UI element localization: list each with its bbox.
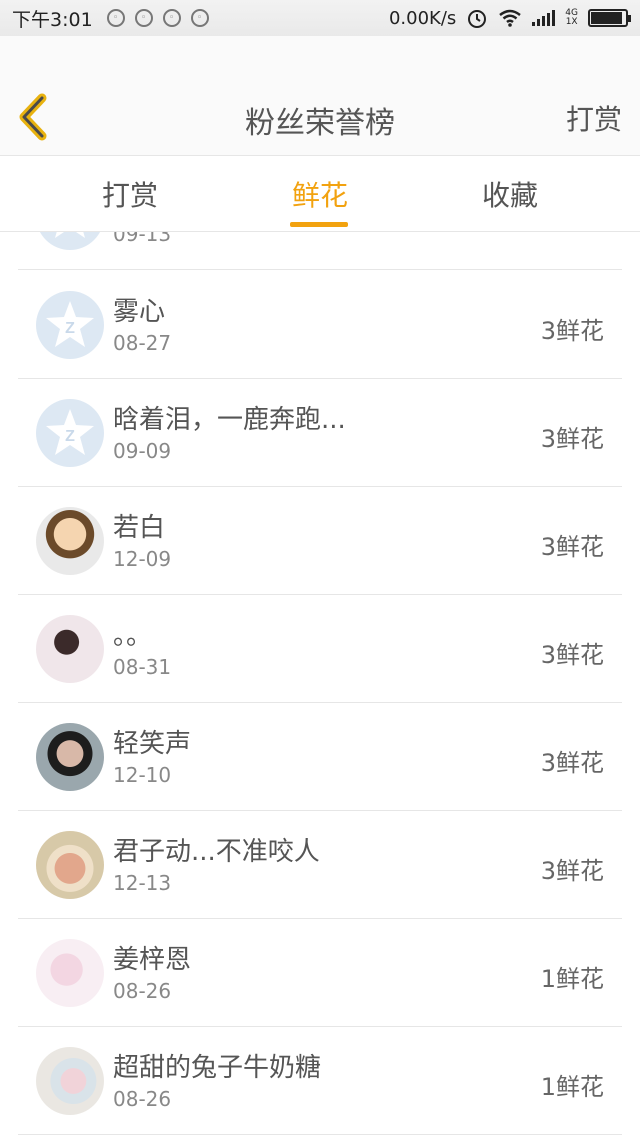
row-name: 超甜的兔子牛奶糖	[113, 1053, 322, 1083]
notification-icon: ◦	[134, 9, 153, 27]
network-speed: 0.00K/s	[388, 7, 457, 29]
row-name: 君子动...不准咬人	[113, 837, 320, 867]
row-amount: 1鲜花	[540, 965, 604, 993]
list-item[interactable]: 09-13	[18, 232, 622, 270]
network-tag-bottom: 1X	[565, 17, 578, 27]
row-amount: 3鲜花	[540, 857, 604, 885]
battery-icon	[588, 9, 631, 27]
row-amount: 3鲜花	[540, 425, 604, 453]
row-name: 。。	[113, 621, 153, 651]
photo-avatar	[36, 1047, 104, 1115]
notification-icon: ◦	[190, 9, 209, 27]
status-time: 下午3:01	[12, 8, 93, 31]
list-item[interactable]: 超甜的兔子牛奶糖 08-26 1鲜花	[18, 1027, 622, 1135]
row-date: 08-31	[113, 655, 172, 679]
row-date: 12-09	[113, 547, 172, 571]
row-name: 雾心	[113, 297, 166, 327]
row-date: 09-09	[113, 439, 172, 463]
row-amount: 3鲜花	[540, 533, 604, 561]
row-name: 晗着泪，一鹿奔跑...	[113, 405, 346, 435]
list-item[interactable]: 姜梓恩 08-26 1鲜花	[18, 919, 622, 1027]
row-amount: 1鲜花	[540, 1073, 604, 1101]
default-avatar-icon: Z	[36, 399, 104, 467]
svg-text:Z: Z	[65, 428, 75, 445]
list-item[interactable]: Z 雾心 08-27 3鲜花	[18, 271, 622, 379]
row-date: 09-13	[113, 232, 172, 246]
row-date: 08-27	[113, 331, 172, 355]
row-amount: 3鲜花	[540, 317, 604, 345]
row-name: 姜梓恩	[113, 945, 192, 975]
svg-text:Z: Z	[65, 320, 75, 337]
app-header: 粉丝荣誉榜 打赏	[0, 36, 640, 156]
photo-avatar	[36, 723, 104, 791]
alarm-icon	[468, 10, 487, 28]
row-name: 轻笑声	[113, 729, 192, 759]
photo-avatar	[36, 615, 104, 683]
row-name: 若白	[113, 513, 166, 543]
network-type-tag: 4G 1X	[565, 9, 578, 27]
row-date: 08-26	[113, 979, 172, 1003]
list-item[interactable]: 若白 12-09 3鲜花	[18, 487, 622, 595]
photo-avatar	[36, 939, 104, 1007]
status-bar: 下午3:01 ◦ ◦ ◦ ◦ 0.00K/s 4G 1X	[0, 0, 640, 36]
list-item[interactable]: 君子动...不准咬人 12-13 3鲜花	[18, 811, 622, 919]
battery-fill	[591, 12, 622, 24]
wifi-icon	[499, 9, 522, 27]
tab-bar: 打赏 鲜花 收藏	[0, 156, 640, 232]
row-date: 12-10	[113, 763, 172, 787]
notification-icon: ◦	[162, 9, 181, 27]
doll-avatar	[36, 831, 104, 899]
row-date: 08-26	[113, 1087, 172, 1111]
row-amount: 3鲜花	[540, 641, 604, 669]
page-title: 粉丝荣誉榜	[245, 106, 395, 141]
active-tab-indicator	[290, 222, 348, 227]
list-item[interactable]: 。。 08-31 3鲜花	[18, 595, 622, 703]
list-item[interactable]: Z 晗着泪，一鹿奔跑... 09-09 3鲜花	[18, 379, 622, 487]
tab-favorites[interactable]: 收藏	[450, 174, 570, 214]
default-avatar-icon	[36, 232, 104, 250]
default-avatar-icon: Z	[36, 291, 104, 359]
cartoon-avatar	[36, 507, 104, 575]
list-item[interactable]: 轻笑声 12-10 3鲜花	[18, 703, 622, 811]
notification-icon: ◦	[106, 9, 125, 27]
fan-ranking-list[interactable]: 09-13 Z 雾心 08-27 3鲜花 Z 晗着泪，一鹿奔跑... 09-09…	[0, 232, 640, 1138]
tab-reward[interactable]: 打赏	[70, 174, 190, 214]
row-amount: 3鲜花	[540, 749, 604, 777]
signal-icon	[532, 10, 556, 26]
row-date: 12-13	[113, 871, 172, 895]
reward-button[interactable]: 打赏	[566, 98, 622, 138]
status-right: 0.00K/s 4G 1X	[388, 7, 631, 29]
tab-flowers[interactable]: 鲜花	[260, 174, 380, 214]
